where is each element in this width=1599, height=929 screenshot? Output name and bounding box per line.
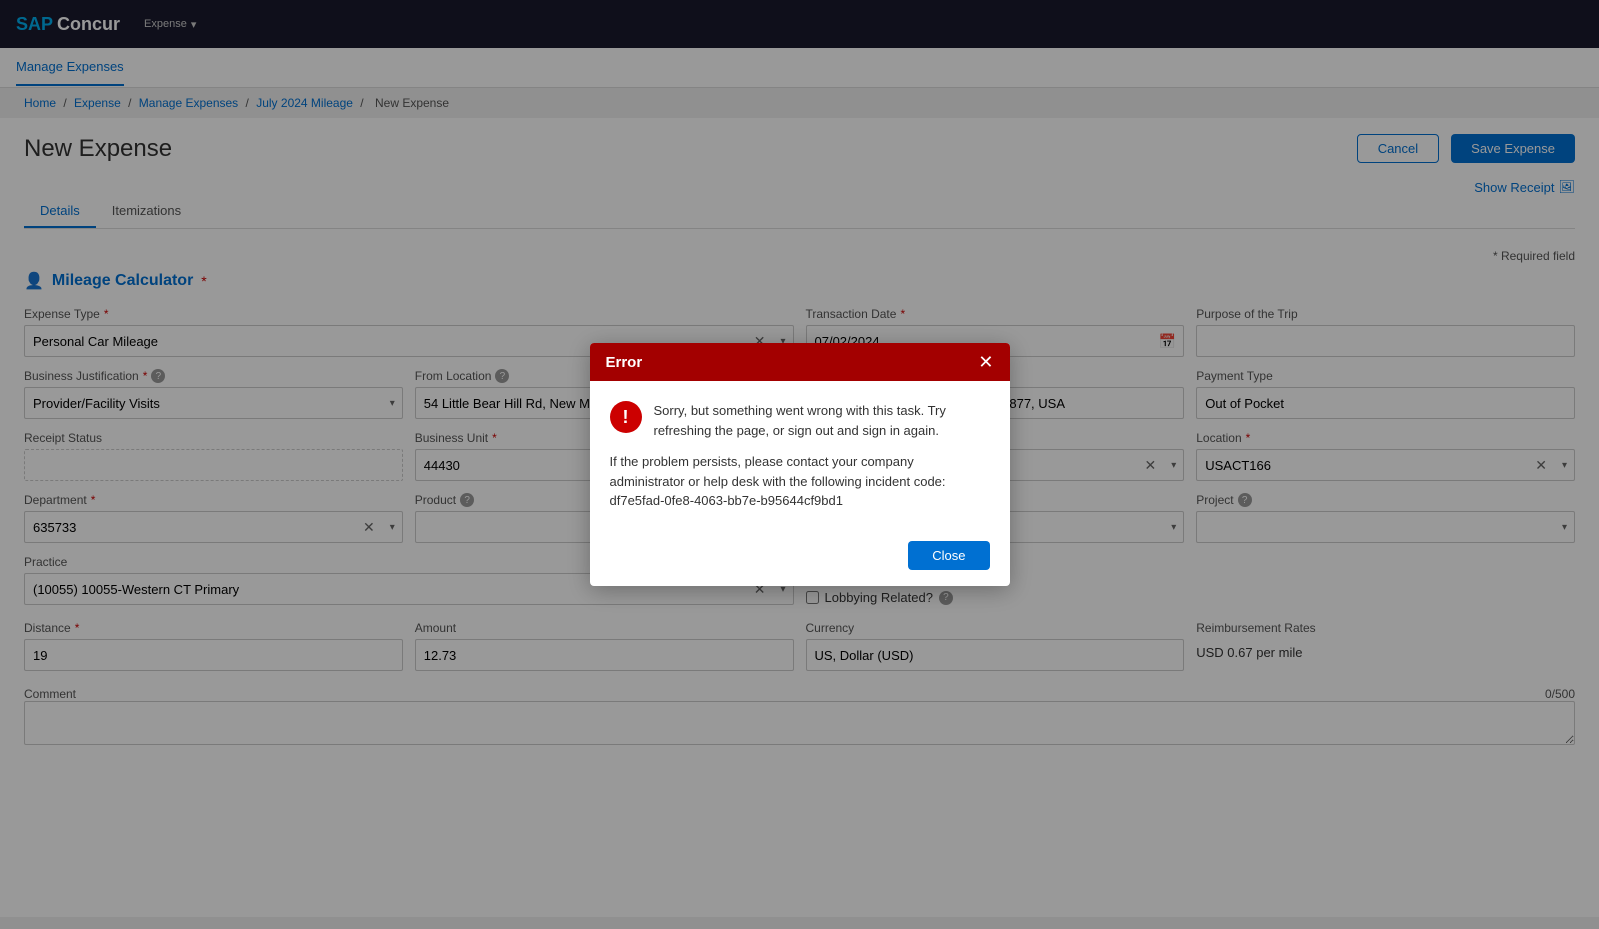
incident-code: df7e5fad-0fe8-4063-bb7e-b95644cf9bd1 <box>610 493 843 508</box>
modal-detail: If the problem persists, please contact … <box>610 452 990 511</box>
modal-error-row: ! Sorry, but something went wrong with t… <box>610 401 990 440</box>
error-icon: ! <box>610 401 642 433</box>
modal-title: Error <box>606 354 643 371</box>
modal-header: Error ✕ <box>590 343 1010 381</box>
modal-close-x-button[interactable]: ✕ <box>978 353 993 371</box>
modal-detail-prefix: If the problem persists, please contact … <box>610 454 946 489</box>
modal-close-button[interactable]: Close <box>908 541 989 570</box>
modal-message: Sorry, but something went wrong with thi… <box>654 401 990 440</box>
error-modal: Error ✕ ! Sorry, but something went wron… <box>590 343 1010 586</box>
modal-overlay[interactable]: Error ✕ ! Sorry, but something went wron… <box>0 0 1599 929</box>
modal-body: ! Sorry, but something went wrong with t… <box>590 381 1010 531</box>
modal-footer: Close <box>590 531 1010 586</box>
